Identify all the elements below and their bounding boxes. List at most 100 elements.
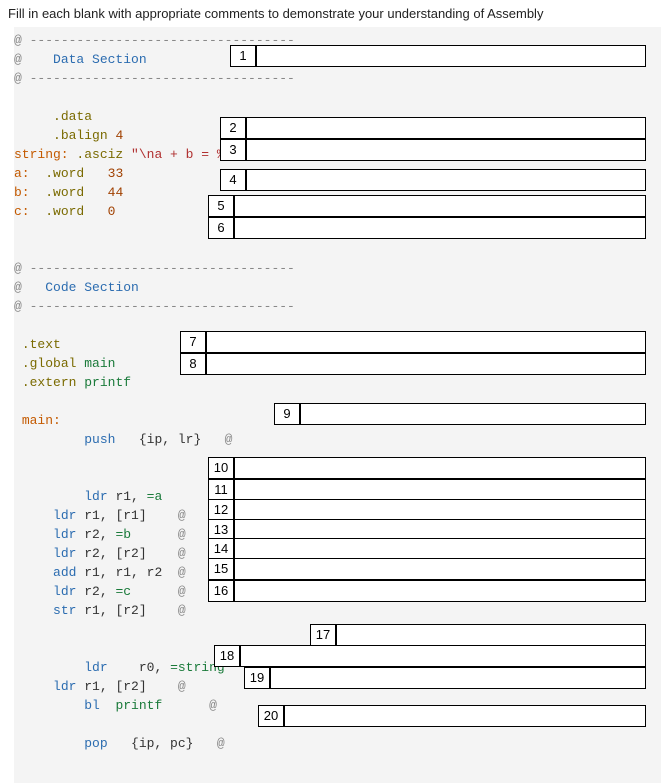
ldr-op: ldr [84, 489, 107, 504]
blank-number-16: 16 [208, 580, 234, 602]
code-section-label: Code Section [45, 280, 139, 295]
main-label: main: [22, 413, 61, 428]
blank-number-12: 12 [208, 499, 234, 521]
dashes: ---------------------------------- [30, 71, 295, 86]
blank-input-5[interactable] [234, 195, 646, 217]
blank-input-12[interactable] [234, 499, 646, 521]
reg-r2: r2, [84, 546, 107, 561]
reg-r2: r2, [84, 527, 107, 542]
blank-number-20: 20 [258, 705, 284, 727]
pop-args: {ip, pc} [131, 736, 193, 751]
bl-op: bl [84, 698, 100, 713]
blank-input-3[interactable] [246, 139, 646, 161]
value-33: 33 [108, 166, 124, 181]
blank-input-8[interactable] [206, 353, 646, 375]
r2-bracket: [r2] [115, 546, 146, 561]
printf-call: printf [115, 698, 162, 713]
blank-number-17: 17 [310, 624, 336, 646]
r2-bracket: [r2] [115, 679, 146, 694]
dashes: ---------------------------------- [30, 299, 295, 314]
at-symbol: @ [14, 33, 30, 48]
ldr-op: ldr [53, 679, 76, 694]
at-symbol: @ [178, 565, 186, 580]
push-op: push [84, 432, 115, 447]
word-directive: .word [45, 185, 84, 200]
value-0: 0 [108, 204, 116, 219]
blank-input-7[interactable] [206, 331, 646, 353]
blank-input-2[interactable] [246, 117, 646, 139]
add-op: add [53, 565, 76, 580]
at-symbol: @ [178, 584, 186, 599]
eq-b: =b [115, 527, 131, 542]
word-directive: .word [45, 204, 84, 219]
dashes: ---------------------------------- [30, 261, 295, 276]
r1-bracket: [r1] [115, 508, 146, 523]
at-symbol: @ [14, 299, 30, 314]
blank-input-6[interactable] [234, 217, 646, 239]
blank-number-4: 4 [220, 169, 246, 191]
data-section-label: Data Section [53, 52, 147, 67]
at-symbol: @ [178, 527, 186, 542]
push-args: {ip, lr} [139, 432, 201, 447]
blank-input-10[interactable] [234, 457, 646, 479]
at-symbol: @ [178, 546, 186, 561]
blank-number-2: 2 [220, 117, 246, 139]
blank-input-16[interactable] [234, 580, 646, 602]
blank-input-4[interactable] [246, 169, 646, 191]
blank-input-18[interactable] [240, 645, 646, 667]
ldr-op: ldr [53, 584, 76, 599]
blank-number-19: 19 [244, 667, 270, 689]
reg-r1: r1, [84, 508, 107, 523]
blank-input-9[interactable] [300, 403, 646, 425]
printf-identifier: printf [84, 375, 131, 390]
blank-number-9: 9 [274, 403, 300, 425]
blank-input-20[interactable] [284, 705, 646, 727]
blank-input-11[interactable] [234, 479, 646, 501]
reg-r0: r0, [139, 660, 162, 675]
balign-directive: .balign [53, 128, 108, 143]
pop-op: pop [84, 736, 107, 751]
asciz-directive: .asciz [76, 147, 123, 162]
ldr-op: ldr [53, 546, 76, 561]
blank-number-5: 5 [208, 195, 234, 217]
at-symbol: @ [14, 71, 30, 86]
r2-bracket: [r2] [115, 603, 146, 618]
a-label: a: [14, 166, 30, 181]
reg-r1: r1, [84, 603, 107, 618]
blank-number-7: 7 [180, 331, 206, 353]
at-symbol: @ [225, 432, 233, 447]
blank-input-17[interactable] [336, 624, 646, 646]
reg-r1: r1, [115, 489, 138, 504]
text-directive: .text [22, 337, 61, 352]
reg-r2: r2, [84, 584, 107, 599]
b-label: b: [14, 185, 30, 200]
blank-number-3: 3 [220, 139, 246, 161]
add-args: r1, r1, r2 [84, 565, 162, 580]
blank-input-15[interactable] [234, 558, 646, 580]
at-symbol: @ [178, 603, 186, 618]
blank-input-14[interactable] [234, 538, 646, 560]
blank-number-14: 14 [208, 538, 234, 560]
blank-number-18: 18 [214, 645, 240, 667]
blank-number-11: 11 [208, 479, 234, 501]
word-directive: .word [45, 166, 84, 181]
main-identifier: main [84, 356, 115, 371]
at-symbol: @ [14, 261, 30, 276]
blank-number-8: 8 [180, 353, 206, 375]
at-symbol: @ [209, 698, 217, 713]
at-symbol: @ [178, 679, 186, 694]
balign-value: 4 [115, 128, 123, 143]
blank-input-19[interactable] [270, 667, 646, 689]
blank-input-1[interactable] [256, 45, 646, 67]
instruction-text: Fill in each blank with appropriate comm… [0, 0, 669, 27]
data-directive: .data [53, 109, 92, 124]
blank-number-15: 15 [208, 558, 234, 580]
at-symbol: @ [178, 508, 186, 523]
blank-number-1: 1 [230, 45, 256, 67]
str-op: str [53, 603, 76, 618]
eq-a: =a [147, 489, 163, 504]
at-symbol: @ [14, 280, 45, 295]
string-label: string: [14, 147, 69, 162]
ldr-op: ldr [84, 660, 107, 675]
blank-number-6: 6 [208, 217, 234, 239]
